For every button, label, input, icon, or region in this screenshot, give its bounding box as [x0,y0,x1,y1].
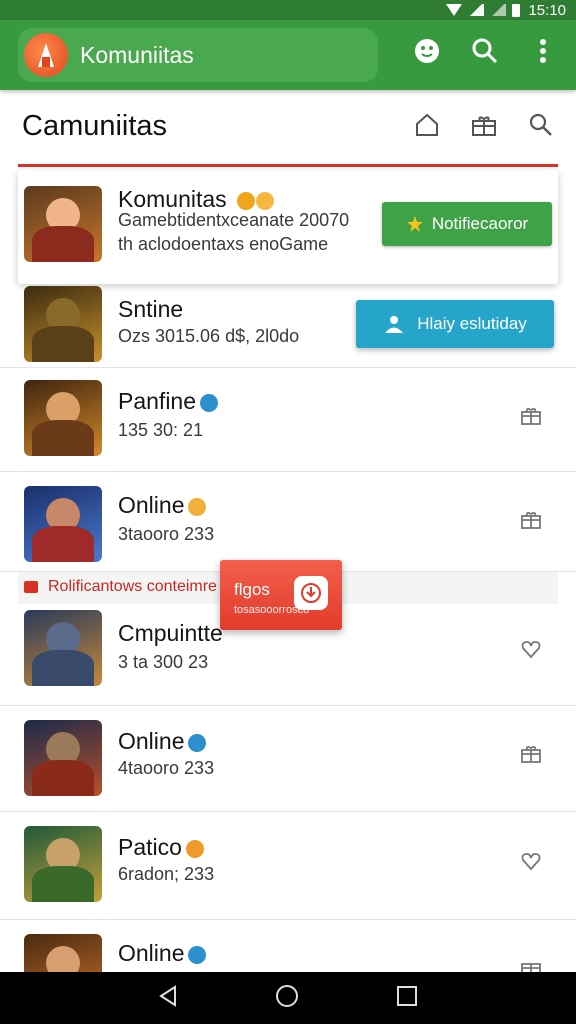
home-nav-icon[interactable] [274,983,300,1014]
banner-icon [24,581,38,593]
globe-icon [188,945,207,964]
list-item-title: Online [118,940,185,966]
home-icon[interactable] [414,112,440,143]
list-item-title: Cmpuintte [118,620,223,646]
heart-icon[interactable] [520,850,542,872]
search-icon[interactable] [470,36,500,66]
emoji-icon [185,839,204,858]
game-thumbnail [24,610,102,686]
page-header: Camuniitas [0,96,576,160]
system-nav-bar [0,972,576,1024]
list-item-subtitle: 6radon; 233 [118,864,215,884]
battery-icon [512,3,521,17]
more-vert-icon[interactable] [528,36,558,66]
screen: 15:10 Komuniitas Camuniitas Komunitas Ga… [0,0,576,1024]
daily-solution-label: Hlaiy eslutiday [417,314,527,333]
popup-title: flgos [234,580,270,599]
list-item-title: Sntine [118,296,184,322]
star-icon [406,216,423,232]
globe-icon [188,733,207,752]
page-title: Camuniitas [22,110,168,142]
game-thumbnail [24,186,102,262]
daily-solution-button[interactable]: Hlaiy eslutiday [356,300,554,348]
list-item-title: Online [118,492,185,518]
wifi-icon [446,4,463,16]
list-item[interactable]: Panfine 135 30: 21 [0,368,576,472]
app-logo-icon [24,33,68,77]
emoji-icon [237,191,256,210]
header-divider [18,164,558,167]
banner-text: Rolificantows conteimre [48,578,217,595]
featured-line-1: Gamebtidentxceanate 20070 [118,210,350,230]
list-item[interactable]: Patico 6radon; 233 [0,812,576,920]
game-thumbnail [24,286,102,362]
status-time: 15:10 [528,1,566,19]
search-icon[interactable] [528,112,554,143]
game-thumbnail [24,826,102,902]
gift-icon[interactable] [520,404,542,426]
status-bar: 15:10 [0,0,576,20]
back-icon[interactable] [157,984,179,1013]
featured-title: Komunitas [118,186,227,212]
globe-icon [200,393,219,412]
game-thumbnail [24,720,102,796]
gift-icon[interactable] [520,742,542,764]
app-title-pill[interactable]: Komuniitas [18,28,378,82]
signal-icon [468,4,485,16]
game-thumbnail [24,486,102,562]
gift-icon[interactable] [470,112,498,143]
emoji-icon [188,497,207,516]
list-item[interactable]: Online 3taooro 233 [0,472,576,572]
heart-icon[interactable] [520,638,542,660]
game-thumbnail [24,934,102,972]
notification-button[interactable]: Notifiecaoror [382,202,552,246]
gift-icon[interactable] [520,956,542,972]
list-item[interactable]: Online 4taooro 233 [0,706,576,812]
download-popup[interactable]: flgos tosasooorrosco [220,560,342,630]
list-item-subtitle: 135 30: 21 [118,420,204,440]
list-item-title: Online [118,728,185,754]
download-icon[interactable] [294,576,328,610]
list-item-subtitle: Ozs 3015.06 d$, 2l0do [118,326,300,346]
game-thumbnail [24,380,102,456]
list-item-title: Panfine [118,388,197,414]
recents-icon[interactable] [395,984,419,1013]
user-icon [385,316,404,333]
gift-icon[interactable] [520,508,542,530]
notification-button-label: Notifiecaoror [431,214,529,233]
list-item-subtitle: 4taooro 233 [118,758,215,778]
list-item-title: Patico [118,834,182,860]
featured-line-2: th aclodoentaxs enoGame [118,234,329,254]
emoji-icon[interactable] [412,36,442,66]
app-bar: Komuniitas [0,20,576,90]
emoji-icon [256,191,275,210]
app-title: Komuniitas [80,41,194,68]
list-item[interactable]: Online [0,920,576,972]
list-item-subtitle: 3taooro 233 [118,524,215,544]
signal-icon [490,4,507,16]
list-item-subtitle: 3 ta 300 23 [118,652,209,672]
